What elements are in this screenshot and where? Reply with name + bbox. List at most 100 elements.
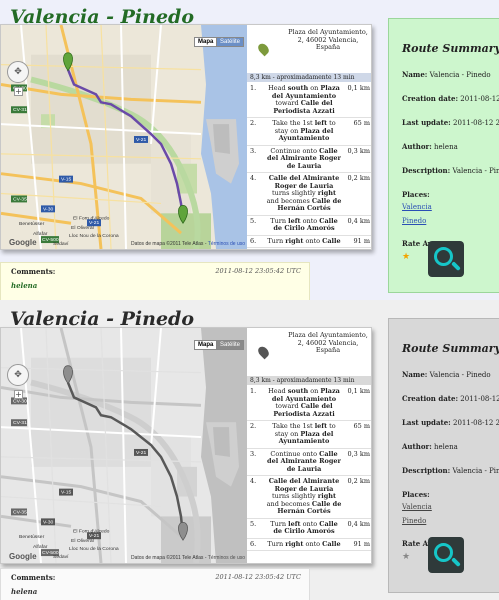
name-row: Name: Valencia - Pinedo xyxy=(402,70,491,79)
step-number: 4. xyxy=(250,174,257,182)
magnifier-zoom-icon[interactable] xyxy=(428,537,464,573)
comments-section: Comments: 2011-08-12 23:05:42 UTC helena xyxy=(0,262,310,300)
direction-step[interactable]: 3. Continue onto Calle del Almirante Roge… xyxy=(247,146,371,173)
direction-step[interactable]: 4. Calle del Almirante Roger de Lauria tu… xyxy=(247,173,371,216)
route-map[interactable]: CV-30 CV-31 V-21 CV-35 V-15 V-30 V-21 CV… xyxy=(1,328,247,563)
direction-step[interactable]: 6. Turn right onto Calle 91 m xyxy=(247,236,371,248)
comment-author: helena xyxy=(11,281,38,290)
map-type-satellite-button[interactable]: Satélite xyxy=(216,340,245,350)
svg-text:El Oliveral: El Oliveral xyxy=(71,538,94,544)
svg-text:El Forn d'Alcedo: El Forn d'Alcedo xyxy=(73,528,110,534)
start-address: Plaza del Ayuntamiento, 2, 46002 Valenci… xyxy=(288,28,368,51)
direction-step[interactable]: 6. Turn right onto Calle 91 m xyxy=(247,539,371,551)
direction-step[interactable]: 2. Take the 1st left to stay on Plaza del… xyxy=(247,421,371,449)
route-frame: CV-30 CV-31 V-21 CV-35 V-15 V-30 V-21 CV… xyxy=(0,327,372,564)
step-number: 5. xyxy=(250,216,257,225)
svg-text:Lloc Nou de la Corona: Lloc Nou de la Corona xyxy=(69,233,119,239)
svg-text:Alfafar: Alfafar xyxy=(33,231,48,237)
step-number: 1. xyxy=(250,387,257,395)
step-number: 2. xyxy=(250,422,257,430)
svg-text:Sedaví: Sedaví xyxy=(53,241,69,247)
step-instruction: Take the 1st left to stay on Plaza del A… xyxy=(272,119,336,142)
step-instruction: Continue onto Calle del Almirante Roger … xyxy=(267,146,341,170)
svg-text:V-15: V-15 xyxy=(61,177,72,183)
step-distance: 0,2 km xyxy=(347,174,370,182)
pan-control-icon[interactable]: ✥ xyxy=(7,364,29,386)
zoom-in-icon[interactable]: + xyxy=(14,87,23,96)
step-instruction: Turn left onto Calle de Cirilo Amorós xyxy=(270,216,338,232)
map-type-satellite-button[interactable]: Satélite xyxy=(216,37,245,47)
place-link-pinedo[interactable]: Pinedo xyxy=(402,217,499,225)
directions-panel: Plaza del Ayuntamiento, 2, 46002 Valenci… xyxy=(247,328,371,563)
direction-step[interactable]: 4. Calle del Almirante Roger de Lauria tu… xyxy=(247,476,371,519)
last-update-row: Last update: 2011-08-12 21:05 xyxy=(402,118,499,127)
direction-step[interactable]: 1. Head south on Plaza del Ayuntamiento t… xyxy=(247,386,371,421)
place-link-pinedo[interactable]: Pinedo xyxy=(402,517,499,525)
step-instruction: Take the 1st left to stay on Plaza del A… xyxy=(272,422,336,445)
comments-section: Comments: 2011-08-12 23:05:42 UTC helena xyxy=(0,568,310,600)
direction-step[interactable]: 1. Head south on Plaza del Ayuntamiento t… xyxy=(247,83,371,118)
step-number: 6. xyxy=(250,236,257,245)
step-instruction: Turn right onto Calle xyxy=(267,539,341,548)
svg-text:V-21: V-21 xyxy=(136,450,147,456)
color-version-panel: Valencia - Pinedo CV-31 V-21 CV-35 V-15 … xyxy=(0,0,499,300)
step-instruction: Head south on Plaza del Ayuntamiento tow… xyxy=(268,84,340,115)
place-link-valencia[interactable]: Valencia xyxy=(402,503,499,511)
author-row: Author: helena xyxy=(402,442,458,451)
start-marker-icon xyxy=(256,41,271,57)
step-distance: 0,3 km xyxy=(347,449,370,458)
direction-step[interactable]: 3. Continue onto Calle del Almirante Roge… xyxy=(247,449,371,476)
zoom-in-icon[interactable]: + xyxy=(14,390,23,399)
direction-step[interactable]: 2. Take the 1st left to stay on Plaza del… xyxy=(247,118,371,146)
map-attribution: Datos de mapa ©2011 Tele Atlas - Término… xyxy=(131,241,246,247)
zoom-slider[interactable]: + xyxy=(14,390,23,540)
start-marker-icon xyxy=(256,344,271,360)
step-instruction: Calle del Almirante Roger de Lauria turn… xyxy=(266,174,342,212)
step-distance: 0,3 km xyxy=(347,146,370,155)
zoom-slider[interactable]: + xyxy=(14,87,23,237)
description-row: Description: Valencia - Pinedo xyxy=(402,166,499,175)
route-summary-line: 8,3 km - aproximadamente 13 min xyxy=(247,376,371,385)
google-logo: Google xyxy=(9,552,37,561)
svg-text:El Forn d'Alcedo: El Forn d'Alcedo xyxy=(73,215,110,221)
direction-step[interactable]: 5. Turn left onto Calle de Cirilo Amorós 0… xyxy=(247,216,371,236)
step-number: 2. xyxy=(250,119,257,127)
route-summary-title: Route Summary xyxy=(402,342,499,355)
name-row: Name: Valencia - Pinedo xyxy=(402,370,491,379)
map-canvas: CV-30 CV-31 V-21 CV-35 V-15 V-30 V-21 CV… xyxy=(1,328,247,563)
route-summary-sidebar: Route Summary Name: Valencia - Pinedo Cr… xyxy=(388,318,499,593)
direction-step[interactable]: 5. Turn left onto Calle de Cirilo Amorós 0… xyxy=(247,519,371,539)
svg-text:V-15: V-15 xyxy=(61,490,72,496)
svg-text:V-21: V-21 xyxy=(136,137,147,143)
terms-link[interactable]: Términos de uso xyxy=(208,241,245,247)
step-distance: 0,1 km xyxy=(347,387,370,395)
map-type-map-button[interactable]: Mapa xyxy=(194,340,218,350)
route-map[interactable]: CV-30 CV-31 V-21 CV-35 V-15 V-30 V-21 CV… xyxy=(1,25,247,249)
pan-control-icon[interactable]: ✥ xyxy=(7,61,29,83)
route-frame: CV-30 CV-31 V-21 CV-35 V-15 V-30 V-21 CV… xyxy=(0,24,372,250)
step-distance: 0,4 km xyxy=(347,216,370,225)
terms-link[interactable]: Términos de uso xyxy=(208,555,245,561)
step-instruction: Calle del Almirante Roger de Lauria turn… xyxy=(266,477,342,515)
place-link-valencia[interactable]: Valencia xyxy=(402,203,499,211)
step-instruction: Turn right onto Calle xyxy=(267,236,341,245)
author-row: Author: helena xyxy=(402,142,458,151)
magnifier-zoom-icon[interactable] xyxy=(428,241,464,277)
step-number: 3. xyxy=(250,449,257,458)
creation-date-row: Creation date: 2011-08-12 21:05 xyxy=(402,94,499,103)
svg-text:El Oliveral: El Oliveral xyxy=(71,225,94,231)
step-distance: 91 m xyxy=(353,236,370,245)
step-distance: 65 m xyxy=(353,119,370,127)
step-distance: 0,2 km xyxy=(347,477,370,485)
map-type-map-button[interactable]: Mapa xyxy=(194,37,218,47)
direction-steps: 1. Head south on Plaza del Ayuntamiento t… xyxy=(247,386,371,551)
places-label: Places: xyxy=(402,190,430,199)
comment-author: helena xyxy=(11,587,38,596)
last-update-row: Last update: 2011-08-12 21:05 xyxy=(402,418,499,427)
google-logo: Google xyxy=(9,238,37,247)
step-number: 3. xyxy=(250,146,257,155)
step-number: 6. xyxy=(250,539,257,548)
start-location: Plaza del Ayuntamiento, 2, 46002 Valenci… xyxy=(247,328,371,375)
step-distance: 0,4 km xyxy=(347,519,370,528)
step-number: 5. xyxy=(250,519,257,528)
